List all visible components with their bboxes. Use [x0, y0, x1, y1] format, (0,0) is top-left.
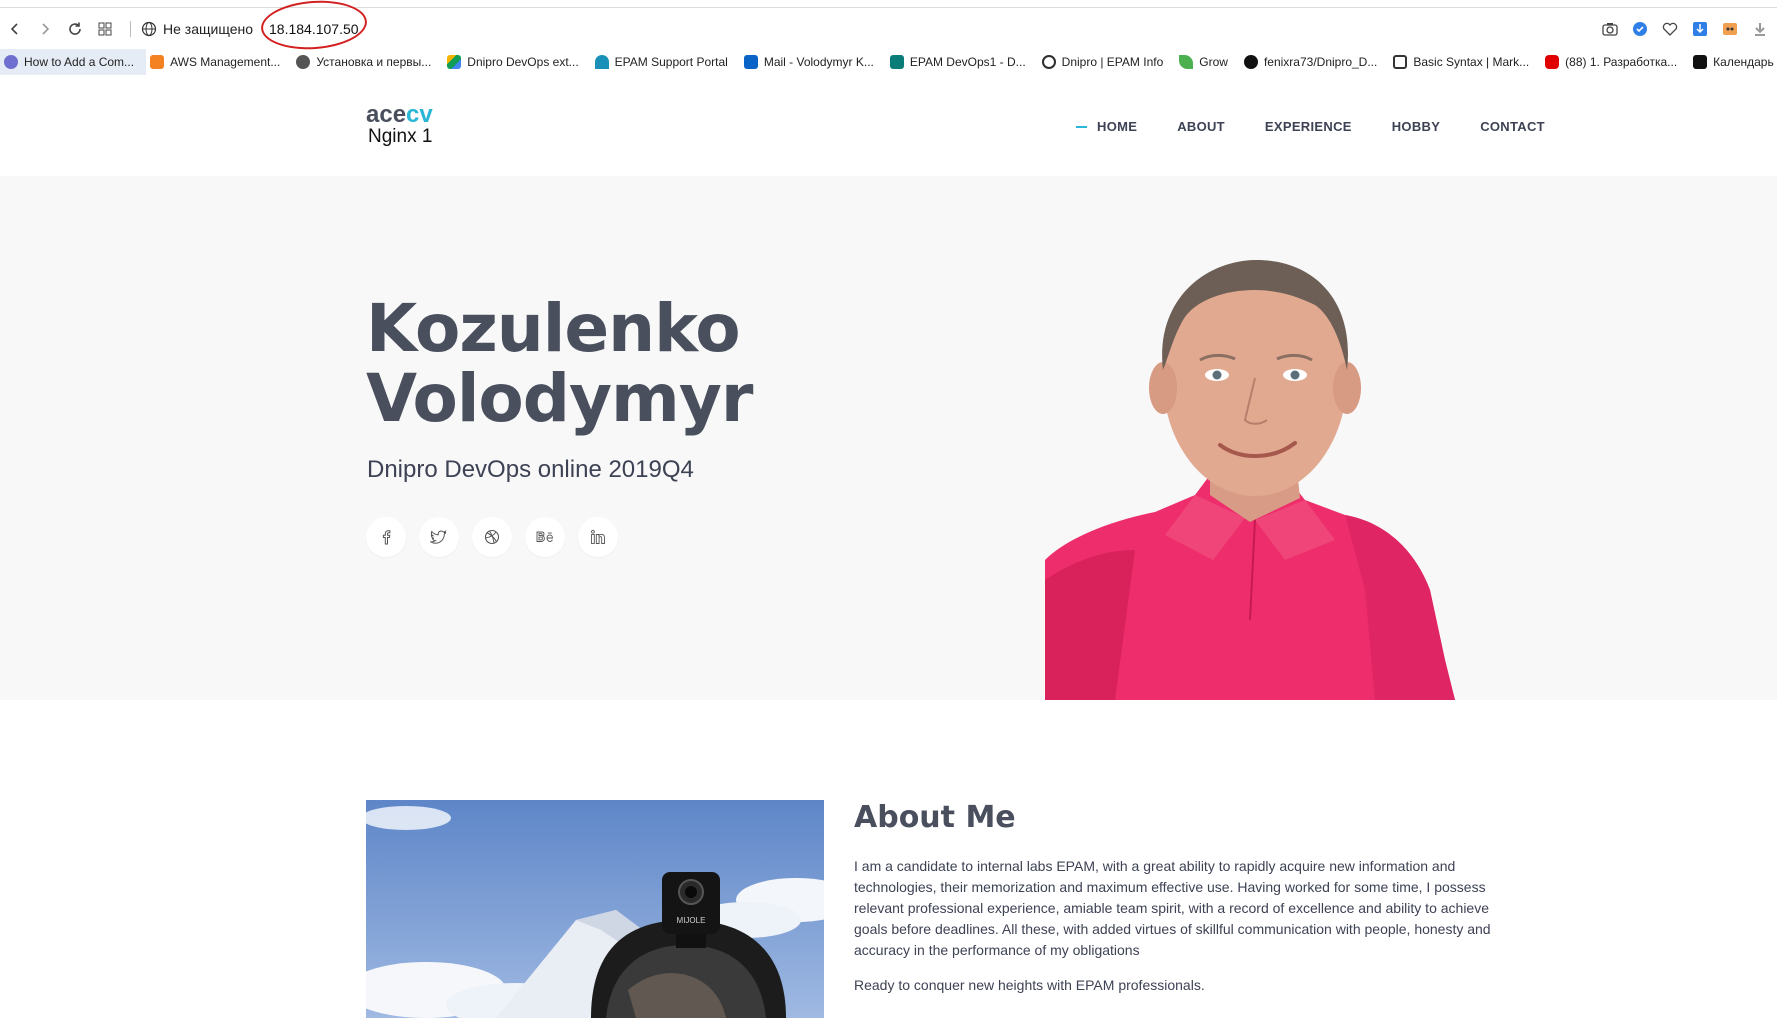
browser-toolbar: Не защищено 18.184.107.50 — [0, 0, 1777, 53]
bookmark-item[interactable]: fenixra73/Dnipro_D... — [1240, 49, 1389, 75]
bookmark-item[interactable]: EPAM DevOps1 - D... — [886, 49, 1038, 75]
bookmark-favicon-icon — [1041, 55, 1056, 69]
reload-icon — [69, 22, 81, 35]
bookmark-item[interactable]: AWS Management... — [146, 49, 292, 75]
logo-subtitle: Nginx 1 — [368, 126, 433, 147]
grid-icon — [98, 22, 112, 36]
bookmark-favicon-icon — [4, 55, 18, 69]
profile-portrait — [1045, 260, 1455, 700]
heart-icon[interactable] — [1661, 20, 1679, 38]
bookmark-favicon-icon — [150, 55, 165, 69]
hero-name: Kozulenko Volodymyr — [366, 290, 753, 437]
back-arrow-icon — [10, 23, 18, 35]
github-icon — [1243, 55, 1258, 69]
toolbar-right-icons — [1601, 9, 1777, 49]
social-links — [366, 517, 618, 557]
facebook-icon[interactable] — [366, 517, 406, 557]
bookmark-favicon-icon — [1393, 55, 1408, 69]
url-text[interactable]: 18.184.107.50 — [259, 0, 369, 53]
bookmark-favicon-icon — [447, 55, 462, 69]
forward-button[interactable] — [30, 14, 60, 44]
bookmark-favicon-icon — [296, 55, 311, 69]
bookmark-favicon-icon — [889, 55, 904, 69]
behance-icon[interactable] — [525, 517, 565, 557]
hero-section: Kozulenko Volodymyr Dnipro DevOps online… — [0, 176, 1777, 700]
menu-item-about[interactable]: ABOUT — [1177, 119, 1225, 134]
camera-brand-text: MIJOLE — [677, 916, 706, 925]
bookmark-favicon-icon — [594, 55, 609, 69]
shield-check-icon[interactable] — [1631, 20, 1649, 38]
bookmark-favicon-icon — [1693, 55, 1708, 69]
bookmark-item[interactable]: Grow — [1175, 49, 1240, 75]
menu-item-experience[interactable]: EXPERIENCE — [1265, 119, 1352, 134]
bookmark-item[interactable]: Mail - Volodymyr K... — [740, 49, 886, 75]
bookmark-item[interactable]: Установка и первы... — [292, 49, 443, 75]
site-header: acecv Nginx 1 HOME ABOUT EXPERIENCE HOBB… — [0, 76, 1777, 176]
youtube-icon — [1545, 55, 1560, 69]
menu-item-contact[interactable]: CONTACT — [1480, 119, 1545, 134]
bookmark-item[interactable]: How to Add a Com... — [0, 49, 147, 75]
active-indicator — [1076, 125, 1087, 128]
site-logo[interactable]: acecv Nginx 1 — [366, 103, 433, 147]
about-photo-image: MIJOLE — [366, 800, 824, 1018]
linkedin-icon[interactable] — [578, 517, 618, 557]
bookmark-item[interactable]: Basic Syntax | Mark... — [1389, 49, 1541, 75]
bookmarks-bar: How to Add a Com... AWS Management... Ус… — [0, 49, 1777, 75]
bookmark-item[interactable]: (88) 1. Разработка... — [1541, 49, 1689, 75]
twitter-icon[interactable] — [419, 517, 459, 557]
security-label: Не защищено — [163, 21, 253, 37]
about-photo: MIJOLE — [366, 800, 824, 1018]
downloads-arrow-icon[interactable] — [1751, 20, 1769, 38]
back-button[interactable] — [0, 14, 30, 44]
logo-wordmark: acecv — [366, 101, 433, 128]
bookmark-favicon-icon — [1179, 55, 1194, 69]
address-bar[interactable]: Не защищено 18.184.107.50 — [141, 0, 369, 53]
camera-icon[interactable] — [1601, 20, 1619, 38]
menu-item-home[interactable]: HOME — [1076, 119, 1137, 134]
bookmark-item[interactable]: Dnipro DevOps ext... — [443, 49, 590, 75]
reload-button[interactable] — [60, 14, 90, 44]
hero-subtitle: Dnipro DevOps online 2019Q4 — [367, 456, 694, 483]
about-title: About Me — [854, 800, 1016, 835]
dribbble-icon[interactable] — [472, 517, 512, 557]
menu-item-hobby[interactable]: HOBBY — [1392, 119, 1440, 134]
about-paragraph: I am a candidate to internal labs EPAM, … — [854, 858, 1491, 958]
globe-icon — [141, 21, 157, 37]
tabs-grid-button[interactable] — [90, 14, 120, 44]
bookmark-item[interactable]: Календарь — [1689, 49, 1777, 75]
extension-icon[interactable] — [1721, 20, 1739, 38]
toolbar-separator — [130, 21, 131, 37]
bookmark-item[interactable]: EPAM Support Portal — [591, 49, 740, 75]
about-paragraph-closing: Ready to conquer new heights with EPAM p… — [854, 977, 1205, 993]
bookmark-favicon-icon — [743, 55, 758, 69]
forward-arrow-icon — [42, 23, 50, 35]
browser-top-edge — [0, 0, 1777, 8]
bookmark-item[interactable]: Dnipro | EPAM Info — [1038, 49, 1176, 75]
download-icon[interactable] — [1691, 20, 1709, 38]
main-menu: HOME ABOUT EXPERIENCE HOBBY CONTACT — [1076, 119, 1545, 134]
